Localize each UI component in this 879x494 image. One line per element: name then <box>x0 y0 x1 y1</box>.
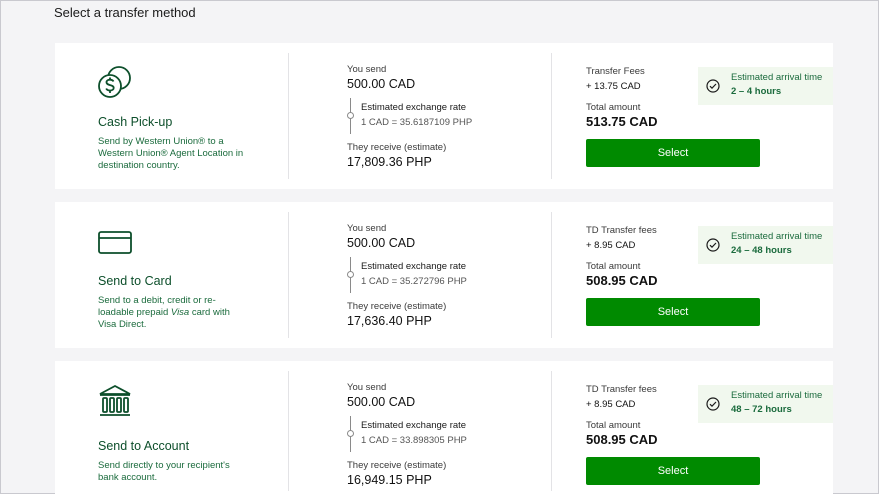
divider <box>551 53 552 179</box>
send-details: You send 500.00 CAD Estimated exchange r… <box>347 202 547 348</box>
page-title: Select a transfer method <box>54 5 196 20</box>
method-info: Send to Card Send to a debit, credit or … <box>55 202 288 348</box>
transfer-option-send-to-account: Send to Account Send directly to your re… <box>55 361 833 494</box>
rate-timeline-dot <box>347 271 354 278</box>
estimated-arrival: Estimated arrival time 24 – 48 hours <box>698 226 833 264</box>
exchange-rate-label: Estimated exchange rate <box>361 261 467 272</box>
arrival-value: 48 – 72 hours <box>731 404 792 415</box>
estimated-arrival: Estimated arrival time 2 – 4 hours <box>698 67 833 105</box>
divider <box>288 53 289 179</box>
method-name: Send to Account <box>98 439 190 453</box>
arrival-label: Estimated arrival time <box>731 390 823 401</box>
total-label: Total amount <box>586 102 641 113</box>
arrival-label: Estimated arrival time <box>731 72 823 83</box>
fee-details: TD Transfer fees + 8.95 CAD Total amount… <box>586 361 766 494</box>
exchange-rate-value: 1 CAD = 33.898305 PHP <box>361 435 467 446</box>
method-info: Cash Pick-up Send by Western Union® to a… <box>55 43 288 189</box>
fee-details: Transfer Fees + 13.75 CAD Total amount 5… <box>586 43 766 189</box>
send-amount: 500.00 CAD <box>347 236 416 250</box>
method-description: Send to a debit, credit or re-loadable p… <box>98 295 248 331</box>
arrival-value: 2 – 4 hours <box>731 86 782 97</box>
exchange-rate-label: Estimated exchange rate <box>361 420 467 431</box>
divider <box>551 371 552 491</box>
send-label: You send <box>347 223 387 234</box>
visa-text: Visa <box>170 307 190 318</box>
exchange-rate-value: 1 CAD = 35.6187109 PHP <box>361 117 473 128</box>
check-circle-icon <box>706 79 720 93</box>
send-details: You send 500.00 CAD Estimated exchange r… <box>347 361 547 494</box>
exchange-rate-label: Estimated exchange rate <box>361 102 467 113</box>
divider <box>288 371 289 491</box>
divider <box>551 212 552 338</box>
fee-value: + 8.95 CAD <box>586 399 636 410</box>
fee-value: + 8.95 CAD <box>586 240 636 251</box>
exchange-rate-value: 1 CAD = 35.272796 PHP <box>361 276 467 287</box>
estimated-arrival: Estimated arrival time 48 – 72 hours <box>698 385 833 423</box>
select-button[interactable]: Select <box>586 298 760 326</box>
method-info: Send to Account Send directly to your re… <box>55 361 288 494</box>
total-value: 513.75 CAD <box>586 114 658 129</box>
receive-label: They receive (estimate) <box>347 301 447 312</box>
coins-icon <box>97 65 133 101</box>
send-label: You send <box>347 382 387 393</box>
fee-details: TD Transfer fees + 8.95 CAD Total amount… <box>586 202 766 348</box>
method-name: Cash Pick-up <box>98 115 173 129</box>
transfer-option-send-to-card: Send to Card Send to a debit, credit or … <box>55 202 833 348</box>
total-label: Total amount <box>586 261 641 272</box>
total-value: 508.95 CAD <box>586 273 658 288</box>
total-label: Total amount <box>586 420 641 431</box>
arrival-label: Estimated arrival time <box>731 231 823 242</box>
total-value: 508.95 CAD <box>586 432 658 447</box>
select-button[interactable]: Select <box>586 457 760 485</box>
transfer-option-cash-pickup: Cash Pick-up Send by Western Union® to a… <box>55 43 833 189</box>
divider <box>288 212 289 338</box>
check-circle-icon <box>706 238 720 252</box>
send-details: You send 500.00 CAD Estimated exchange r… <box>347 43 547 189</box>
receive-amount: 16,949.15 PHP <box>347 473 432 487</box>
method-description: Send by Western Union® to a Western Unio… <box>98 136 244 171</box>
send-label: You send <box>347 64 387 75</box>
bank-icon <box>97 383 133 419</box>
fee-label: TD Transfer fees <box>586 384 657 395</box>
select-button[interactable]: Select <box>586 139 760 167</box>
receive-label: They receive (estimate) <box>347 142 447 153</box>
fee-label: Transfer Fees <box>586 66 645 77</box>
receive-amount: 17,636.40 PHP <box>347 314 432 328</box>
receive-amount: 17,809.36 PHP <box>347 155 432 169</box>
rate-timeline-dot <box>347 430 354 437</box>
method-name: Send to Card <box>98 274 172 288</box>
credit-card-icon <box>97 224 133 260</box>
check-circle-icon <box>706 397 720 411</box>
fee-value: + 13.75 CAD <box>586 81 641 92</box>
receive-label: They receive (estimate) <box>347 460 447 471</box>
fee-label: TD Transfer fees <box>586 225 657 236</box>
send-amount: 500.00 CAD <box>347 77 416 91</box>
send-amount: 500.00 CAD <box>347 395 416 409</box>
method-description: Send directly to your recipient's bank a… <box>98 460 230 483</box>
rate-timeline-dot <box>347 112 354 119</box>
arrival-value: 24 – 48 hours <box>731 245 792 256</box>
